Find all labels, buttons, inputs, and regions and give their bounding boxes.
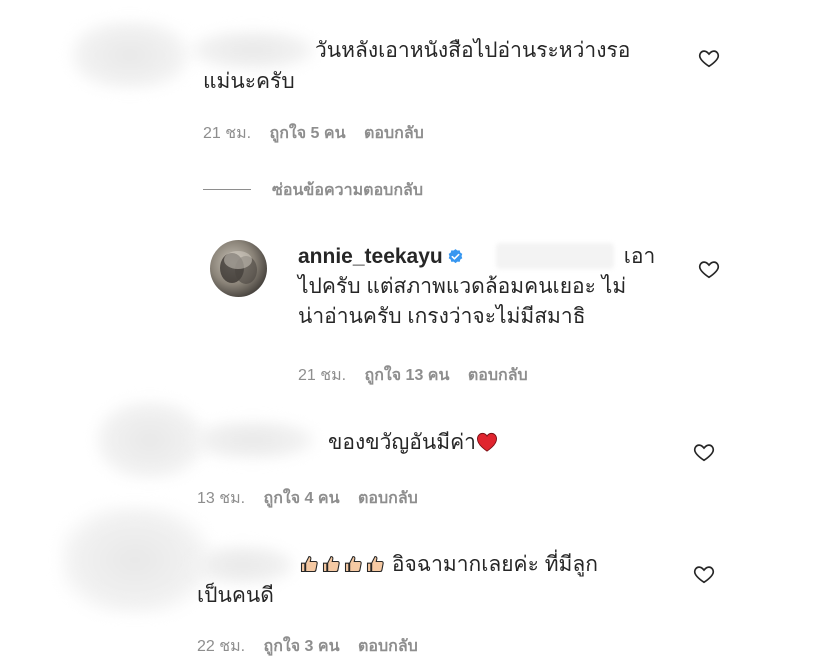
red-heart-emoji bbox=[476, 432, 497, 452]
reply-button[interactable]: ตอบกลับ bbox=[358, 490, 418, 507]
redacted-avatar bbox=[60, 505, 210, 615]
hide-replies-button[interactable]: ซ่อนข้อความตอบกลับ bbox=[272, 178, 423, 203]
heart-outline-icon[interactable] bbox=[698, 47, 720, 69]
avatar[interactable] bbox=[210, 240, 267, 297]
thumbs-up-emoji bbox=[300, 555, 318, 573]
redacted-username bbox=[190, 420, 315, 460]
heart-outline-icon[interactable] bbox=[698, 258, 720, 280]
redacted-mention bbox=[495, 243, 614, 269]
redacted-avatar bbox=[95, 400, 205, 480]
comment-time: 21 ชม. bbox=[203, 125, 252, 142]
likes-count[interactable]: ถูกใจ 3 คน bbox=[264, 638, 340, 655]
comment-time: 13 ชม. bbox=[197, 490, 246, 507]
reply-text: เอา bbox=[623, 245, 656, 268]
likes-count[interactable]: ถูกใจ 13 คน bbox=[365, 367, 450, 384]
comment-text: เป็นคนดี bbox=[197, 584, 274, 607]
comment-time: 22 ชม. bbox=[197, 638, 246, 655]
likes-count[interactable]: ถูกใจ 4 คน bbox=[264, 490, 340, 507]
comment-text: อิจฉามากเลยค่ะ ที่มีลูก bbox=[391, 553, 598, 576]
comment-text-line: อิจฉามากเลยค่ะ ที่มีลูก bbox=[298, 550, 598, 580]
reply-button[interactable]: ตอบกลับ bbox=[358, 638, 418, 655]
reply-meta: 21 ชม. ถูกใจ 13 คน ตอบกลับ bbox=[298, 363, 542, 388]
username-link[interactable]: annie_teekayu bbox=[298, 245, 443, 268]
heart-outline-icon[interactable] bbox=[693, 563, 715, 585]
avatar-image bbox=[220, 251, 257, 284]
comment-text: วันหลังเอาหนังสือไปอ่านระหว่างรอ bbox=[315, 39, 631, 62]
reply-button[interactable]: ตอบกลับ bbox=[468, 367, 528, 384]
thumbs-up-emoji-group bbox=[298, 553, 392, 576]
reply-text: น่าอ่านครับ เกรงว่าจะไม่มีสมาธิ bbox=[298, 305, 586, 328]
reply-first-line: annie_teekayu เอา bbox=[298, 242, 655, 272]
verified-badge-icon bbox=[448, 249, 463, 264]
redacted-avatar bbox=[70, 20, 190, 90]
likes-count[interactable]: ถูกใจ 5 คน bbox=[270, 125, 346, 142]
reply-text: ไปครับ แต่สภาพแวดล้อมคนเยอะ ไม่ bbox=[298, 275, 627, 298]
comment-text-line: ของขวัญอันมีค่า bbox=[328, 428, 498, 458]
reply-time: 21 ชม. bbox=[298, 367, 347, 384]
thumbs-up-emoji bbox=[366, 555, 384, 573]
comment-text: แม่นะครับ bbox=[203, 70, 295, 93]
comment-meta: 13 ชม. ถูกใจ 4 คน ตอบกลับ bbox=[197, 486, 432, 511]
comment-text: ของขวัญอันมีค่า bbox=[328, 431, 476, 454]
redacted-username bbox=[190, 545, 295, 585]
thumbs-up-emoji bbox=[322, 555, 340, 573]
heart-outline-icon[interactable] bbox=[693, 441, 715, 463]
divider bbox=[203, 189, 251, 190]
reply-button[interactable]: ตอบกลับ bbox=[364, 125, 424, 142]
thumbs-up-emoji bbox=[344, 555, 362, 573]
comment-meta: 21 ชม. ถูกใจ 5 คน ตอบกลับ bbox=[203, 121, 438, 146]
comment-meta: 22 ชม. ถูกใจ 3 คน ตอบกลับ bbox=[197, 634, 432, 659]
redacted-username bbox=[190, 30, 315, 70]
